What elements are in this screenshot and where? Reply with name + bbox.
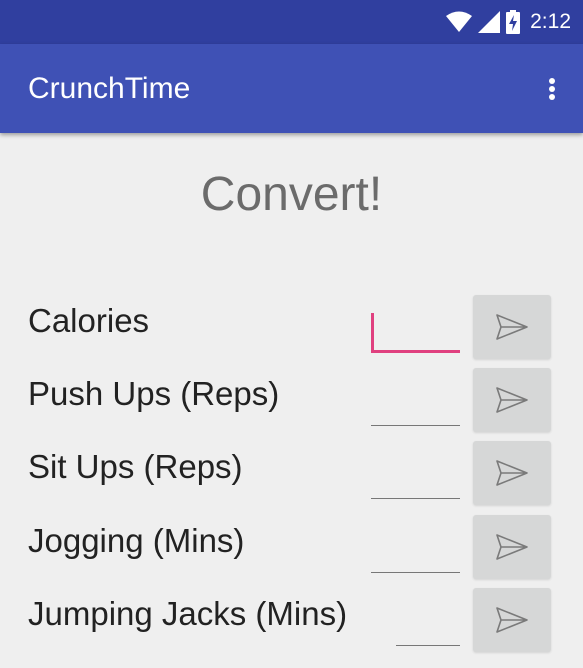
send-button-push-ups[interactable] — [473, 368, 551, 432]
send-button-jumping-jacks[interactable] — [473, 588, 551, 652]
row-label: Sit Ups (Reps) — [28, 448, 243, 485]
battery-charging-icon — [506, 10, 521, 34]
app-title: CrunchTime — [28, 72, 191, 105]
menu-dot — [549, 94, 555, 100]
conversion-row-push-ups: Push Ups (Reps) — [0, 368, 583, 434]
send-icon — [496, 387, 528, 413]
send-button-sit-ups[interactable] — [473, 441, 551, 505]
row-label: Jogging (Mins) — [28, 522, 245, 559]
text-caret — [371, 313, 374, 353]
send-icon — [496, 314, 528, 340]
menu-dot — [549, 86, 555, 92]
send-icon — [496, 607, 528, 633]
push-ups-input[interactable] — [371, 386, 460, 426]
row-label: Calories — [28, 302, 150, 339]
conversion-row-sit-ups: Sit Ups (Reps) — [0, 441, 583, 507]
status-bar: 2:12 — [0, 0, 583, 44]
row-label: Push Ups (Reps) — [28, 375, 280, 412]
send-icon — [496, 460, 528, 486]
menu-dot — [549, 78, 555, 84]
status-time: 2:12 — [530, 10, 571, 33]
sit-ups-input[interactable] — [371, 459, 460, 499]
conversion-row-calories: Calories — [0, 295, 583, 361]
status-icons: 2:12 — [446, 0, 571, 44]
send-button-calories[interactable] — [473, 295, 551, 359]
wifi-icon — [446, 11, 473, 32]
signal-icon — [478, 11, 501, 33]
page-title: Convert! — [200, 168, 383, 221]
send-icon — [496, 534, 528, 560]
jumping-jacks-input[interactable] — [396, 606, 460, 646]
send-button-jogging[interactable] — [473, 515, 551, 579]
more-vert-icon[interactable] — [543, 72, 561, 106]
calories-input[interactable] — [371, 313, 460, 353]
app-bar: CrunchTime — [0, 44, 583, 133]
conversion-row-jogging: Jogging (Mins) — [0, 515, 583, 581]
jogging-input[interactable] — [371, 533, 460, 573]
row-label: Jumping Jacks (Mins) — [28, 595, 348, 632]
conversion-row-jumping-jacks: Jumping Jacks (Mins) — [0, 588, 583, 654]
